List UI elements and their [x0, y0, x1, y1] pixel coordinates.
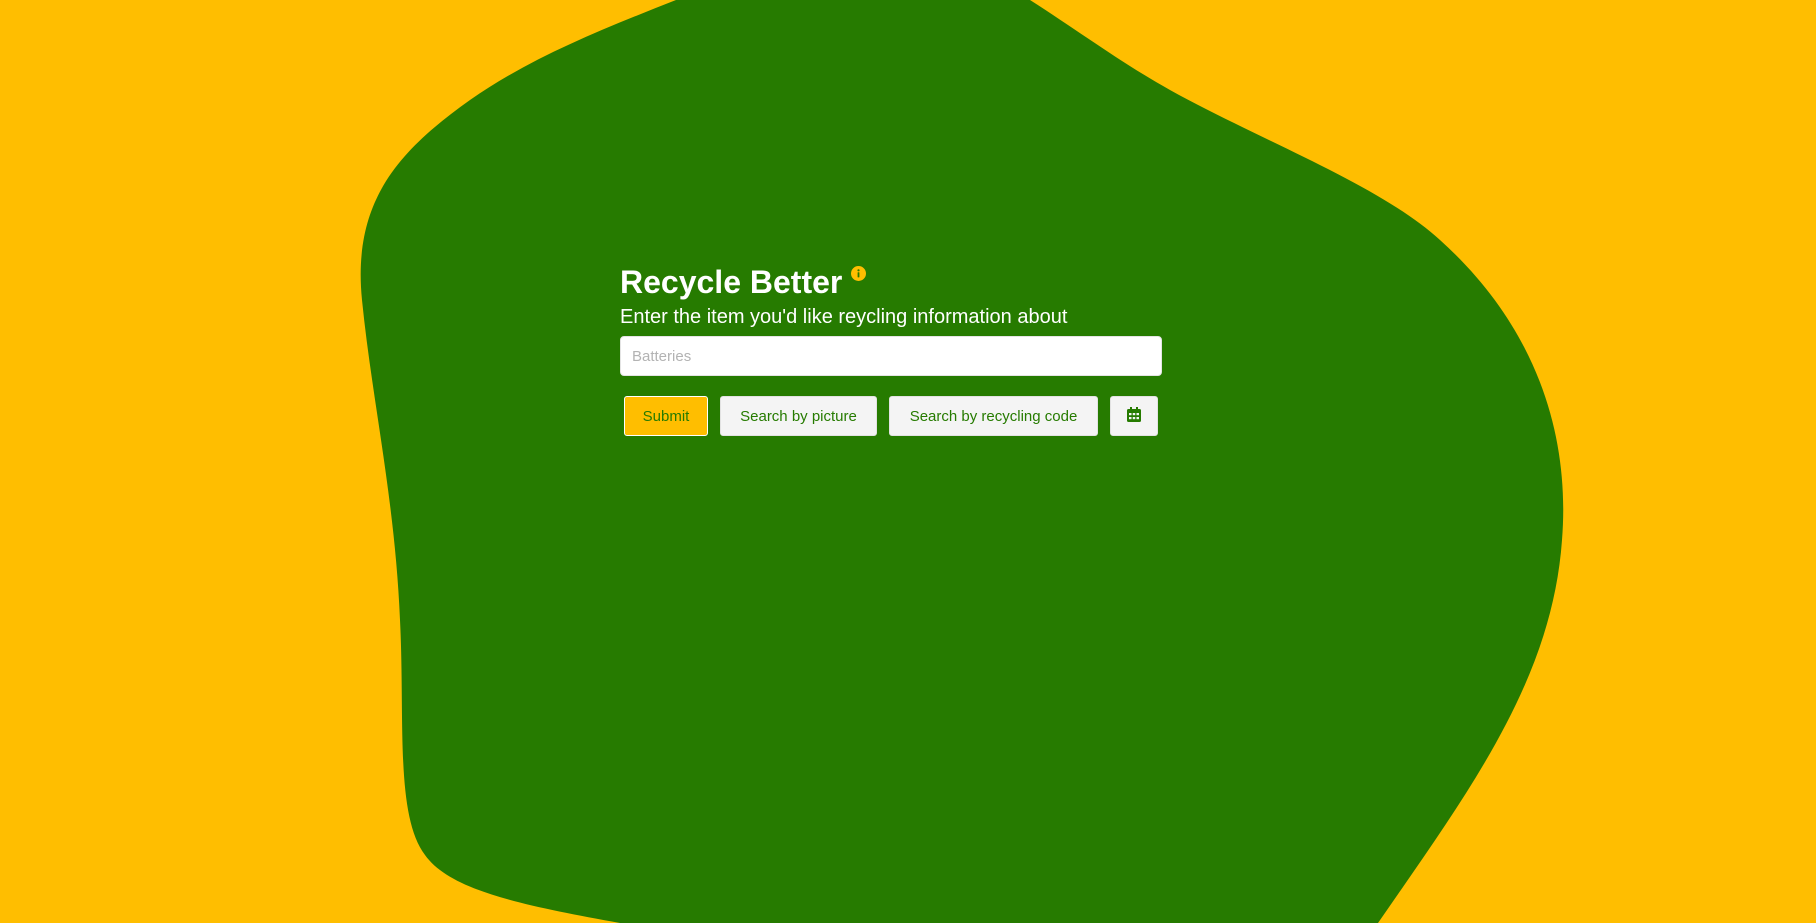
page-title: Recycle Better — [620, 264, 843, 300]
title-row: Recycle Better — [620, 262, 1162, 302]
search-input[interactable] — [620, 336, 1162, 376]
background-blob — [360, 0, 1564, 923]
search-by-picture-button[interactable]: Search by picture — [720, 396, 877, 436]
button-row: Submit Search by picture Search by recyc… — [620, 396, 1162, 436]
calendar-button[interactable] — [1110, 396, 1158, 436]
submit-button[interactable]: Submit — [624, 396, 708, 436]
page-subtitle: Enter the item you'd like reycling infor… — [620, 306, 1068, 328]
info-icon[interactable] — [851, 266, 867, 281]
search-panel: Recycle Better Enter the item you'd like… — [620, 262, 1162, 436]
search-by-recycling-code-button[interactable]: Search by recycling code — [889, 396, 1098, 436]
calendar-icon — [1127, 406, 1141, 426]
